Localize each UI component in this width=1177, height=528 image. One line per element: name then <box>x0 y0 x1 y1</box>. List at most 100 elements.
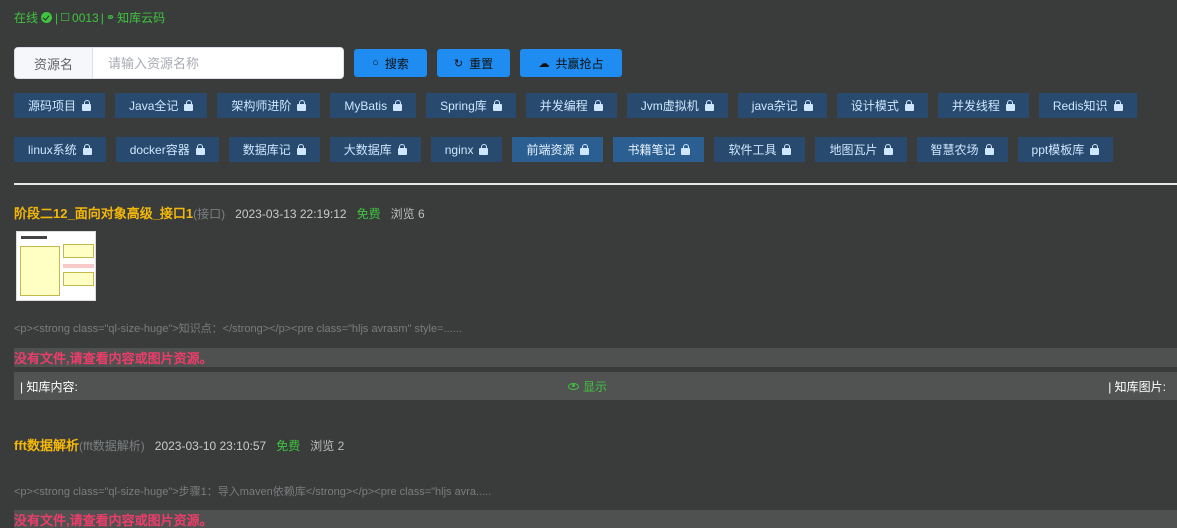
category-label: Jvm虚拟机 <box>640 99 699 113</box>
site-name[interactable]: 知库云码 <box>117 9 165 26</box>
category-label: 设计模式 <box>850 99 899 113</box>
category-item[interactable]: 并发线程 <box>937 93 1029 118</box>
lock-icon <box>580 143 590 155</box>
category-item[interactable]: 前端资源 <box>512 137 604 162</box>
category-label: 书籍笔记 <box>627 143 676 157</box>
category-item[interactable]: 架构师进阶 <box>217 93 321 118</box>
price-badge: 免费 <box>276 439 301 453</box>
post-snippet: <p><strong class="ql-size-huge">步骤1：导入ma… <box>14 486 492 498</box>
status-bar: 在线 | ☐ 0013 | ⚭ 知库云码 <box>14 9 165 26</box>
search-input[interactable] <box>93 48 343 78</box>
image-label: | 知库图片: <box>1108 379 1166 394</box>
category-item[interactable]: 并发编程 <box>525 93 617 118</box>
category-item[interactable]: java杂记 <box>737 93 827 118</box>
post-title[interactable]: fft数据解析 <box>14 435 79 454</box>
category-label: 数据库记 <box>242 143 291 157</box>
user-id: 0013 <box>72 10 99 25</box>
category-item[interactable]: ppt模板库 <box>1017 137 1114 162</box>
lock-icon <box>397 143 407 155</box>
eye-icon <box>568 382 579 390</box>
lock-icon <box>82 143 92 155</box>
category-row-2: linux系统 docker容器 数据库记 大数据库 nginx 前端资源 书籍… <box>14 137 1114 162</box>
category-label: 大数据库 <box>343 143 392 157</box>
lock-icon <box>1090 143 1100 155</box>
category-item[interactable]: Spring库 <box>426 93 516 118</box>
category-label: docker容器 <box>129 143 190 157</box>
category-item[interactable]: nginx <box>430 137 503 162</box>
category-item[interactable]: 智慧农场 <box>916 137 1008 162</box>
category-label: 智慧农场 <box>930 143 979 157</box>
category-label: nginx <box>444 142 474 157</box>
category-item[interactable]: 设计模式 <box>836 93 928 118</box>
cloud-upload-icon: ☁ <box>538 57 550 70</box>
search-prefix-label: 资源名 <box>15 48 93 78</box>
post-snippet: <p><strong class="ql-size-huge">知识点：</st… <box>14 323 462 335</box>
lock-icon <box>681 143 691 155</box>
category-label: Java全记 <box>129 99 179 113</box>
post-date: 2023-03-13 22:19:12 <box>235 207 347 221</box>
category-label: Spring库 <box>440 99 487 113</box>
view-count: 浏览 6 <box>390 207 425 221</box>
search-button-label: 搜索 <box>384 56 409 71</box>
category-label: 并发线程 <box>951 99 1000 113</box>
divider <box>14 183 1177 185</box>
separator: | <box>55 10 59 25</box>
lock-icon <box>479 143 489 155</box>
lock-icon <box>297 99 307 111</box>
category-item[interactable]: linux系统 <box>14 137 106 162</box>
category-label: 地图瓦片 <box>829 143 878 157</box>
category-item[interactable]: 数据库记 <box>228 137 320 162</box>
lock-icon <box>1113 99 1123 111</box>
post-thumbnail[interactable] <box>16 231 96 301</box>
category-item[interactable]: docker容器 <box>115 137 219 162</box>
lock-icon <box>782 143 792 155</box>
category-label: Redis知识 <box>1052 99 1108 113</box>
category-label: 软件工具 <box>728 143 777 157</box>
check-circle-icon <box>41 12 53 23</box>
category-label: MyBatis <box>344 98 388 113</box>
category-label: 前端资源 <box>526 143 575 157</box>
search-icon: ○ <box>372 57 379 69</box>
link-icon: ⚭ <box>105 12 116 24</box>
category-label: linux系统 <box>28 143 77 157</box>
category-label: 源码项目 <box>28 99 77 113</box>
category-label: ppt模板库 <box>1031 143 1085 157</box>
price-badge: 免费 <box>356 207 381 221</box>
category-item[interactable]: MyBatis <box>330 93 417 118</box>
edit-icon: ☐ <box>60 12 71 24</box>
category-item[interactable]: Java全记 <box>115 93 208 118</box>
post-title[interactable]: 阶段二12_面向对象高级_接口1 <box>14 203 193 222</box>
content-label: | 知库内容: <box>20 379 78 394</box>
lock-icon <box>1005 99 1015 111</box>
lock-icon <box>883 143 893 155</box>
category-item[interactable]: 大数据库 <box>329 137 421 162</box>
search-toolbar: 资源名 ○ 搜索 ↻ 重置 ☁ 共赢抢占 <box>14 47 622 79</box>
share-button[interactable]: ☁ 共赢抢占 <box>520 49 622 77</box>
reset-button[interactable]: ↻ 重置 <box>437 49 510 77</box>
category-row-1: 源码项目 Java全记 架构师进阶 MyBatis Spring库 并发编程 J… <box>14 93 1137 118</box>
lock-icon <box>904 99 914 111</box>
lock-icon <box>393 99 403 111</box>
category-item[interactable]: Redis知识 <box>1038 93 1137 118</box>
category-item[interactable]: 地图瓦片 <box>815 137 907 162</box>
category-label: java杂记 <box>751 99 798 113</box>
post-header: fft数据解析 (fft数据解析) 2023-03-10 23:10:57 免费… <box>14 435 344 454</box>
share-button-label: 共赢抢占 <box>555 56 604 71</box>
show-toggle[interactable]: 显示 <box>568 378 607 395</box>
search-button[interactable]: ○ 搜索 <box>354 49 427 77</box>
category-item[interactable]: 软件工具 <box>714 137 806 162</box>
lock-icon <box>82 99 92 111</box>
reset-button-label: 重置 <box>469 56 494 71</box>
post-date: 2023-03-10 23:10:57 <box>154 439 267 453</box>
lock-icon <box>593 99 603 111</box>
post-info-bar: | 知库内容: 显示 | 知库图片: <box>14 372 1177 400</box>
no-file-notice: 没有文件,请查看内容或图片资源。 <box>14 348 1177 367</box>
category-item[interactable]: 源码项目 <box>14 93 106 118</box>
category-item[interactable]: Jvm虚拟机 <box>626 93 728 118</box>
category-item[interactable]: 书籍笔记 <box>613 137 705 162</box>
lock-icon <box>704 99 714 111</box>
view-count: 浏览 2 <box>310 439 345 453</box>
post-tag: (fft数据解析) <box>79 439 145 453</box>
separator: | <box>100 10 104 25</box>
online-label: 在线 <box>14 11 39 25</box>
